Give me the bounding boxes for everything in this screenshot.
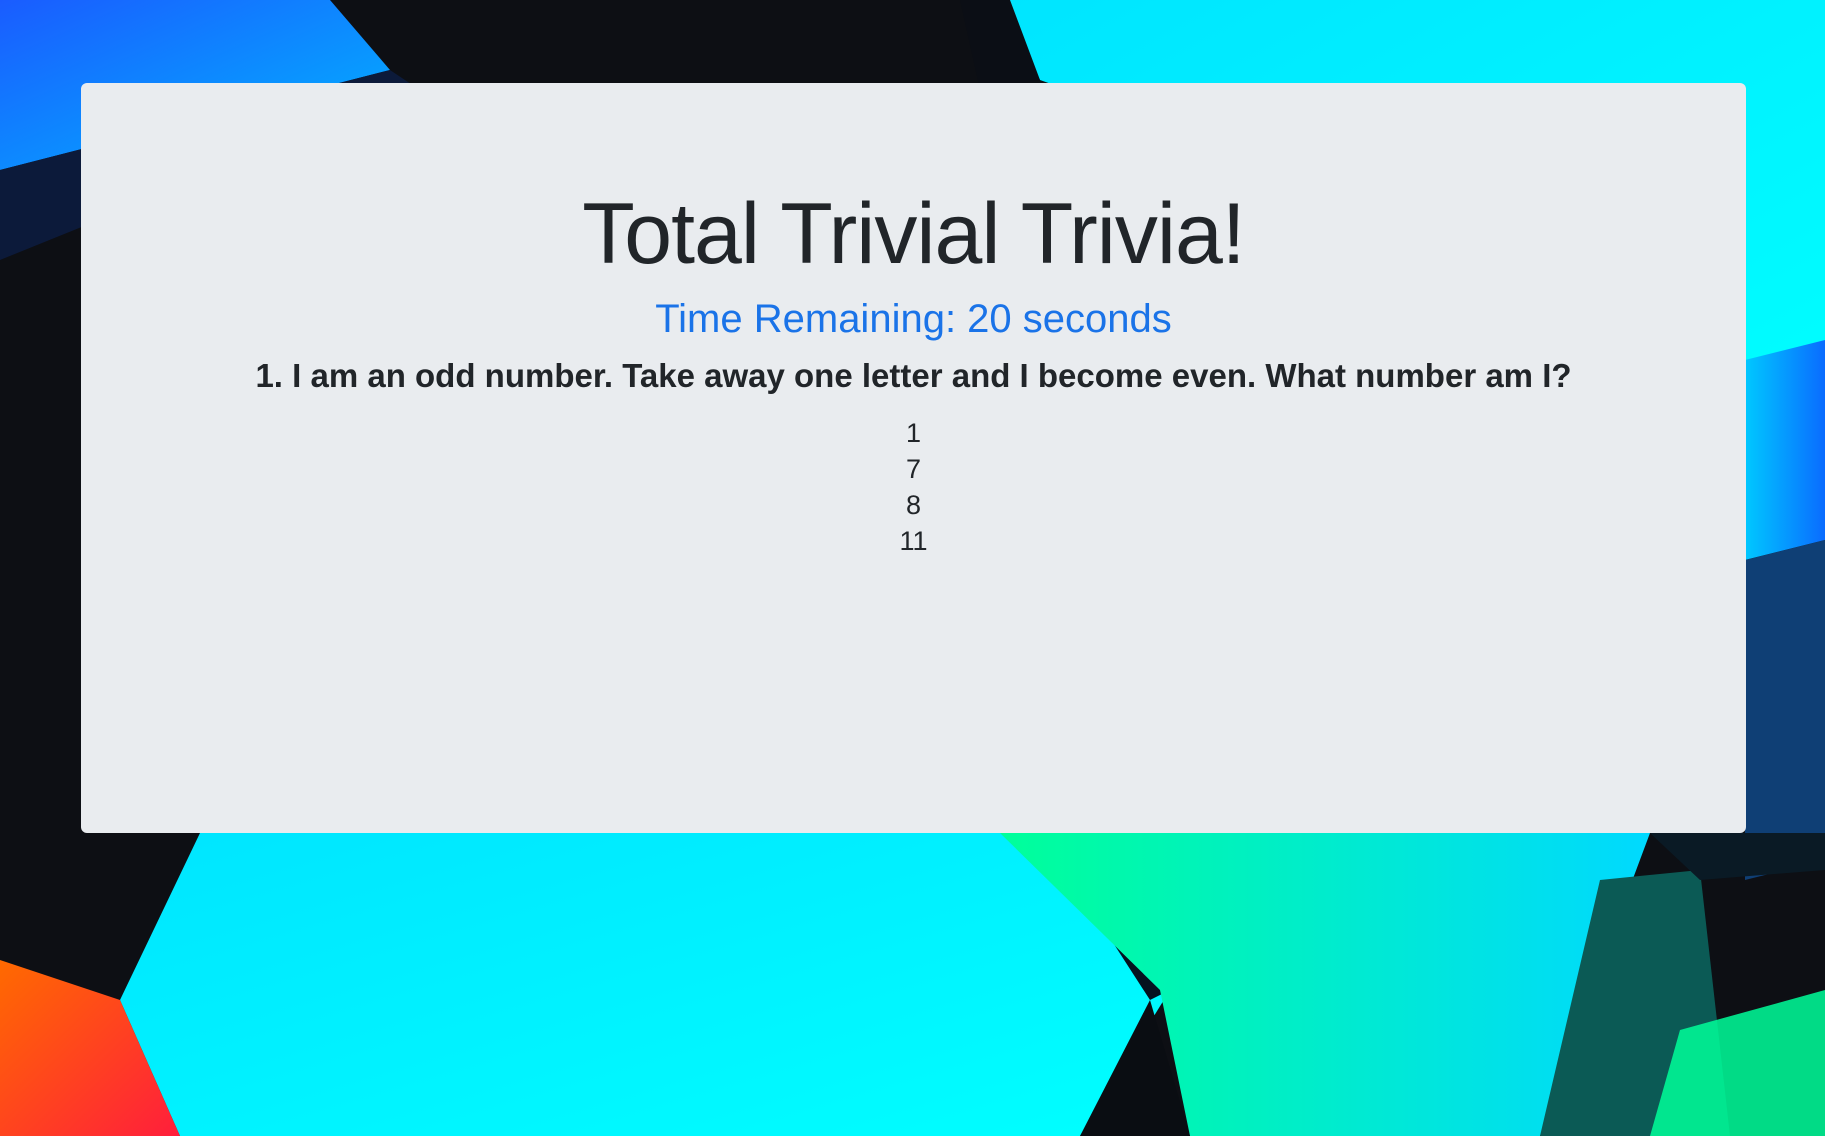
- page-title: Total Trivial Trivia!: [582, 186, 1245, 282]
- answer-option[interactable]: 11: [874, 523, 954, 559]
- trivia-panel: Total Trivial Trivia! Time Remaining: 20…: [81, 83, 1746, 833]
- question-text: 1. I am an odd number. Take away one let…: [255, 357, 1572, 394]
- answer-option[interactable]: 8: [874, 487, 954, 523]
- answer-list: 1 7 8 11: [81, 415, 1746, 559]
- answer-option[interactable]: 7: [874, 451, 954, 487]
- answer-option[interactable]: 1: [874, 415, 954, 451]
- time-remaining: Time Remaining: 20 seconds: [655, 297, 1172, 341]
